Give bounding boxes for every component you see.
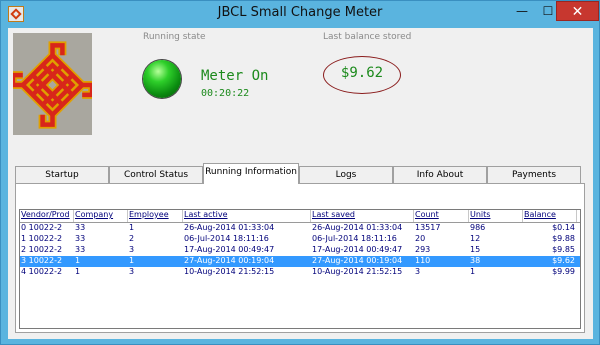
cell-balance: $9.85 bbox=[552, 245, 575, 254]
cell-vendor: 3 10022-2 bbox=[21, 256, 63, 265]
tab-control-status[interactable]: Control Status bbox=[109, 166, 203, 183]
cell-employee: 3 bbox=[129, 267, 135, 276]
cell-last-active: 26-Aug-2014 01:33:04 bbox=[184, 223, 275, 232]
column-header-balance[interactable]: Balance bbox=[523, 210, 577, 222]
running-state-caption: Running state bbox=[143, 32, 206, 42]
table-row[interactable]: 3 10022-2 1 1 27-Aug-2014 00:19:04 27-Aug-20… bbox=[20, 256, 580, 267]
cell-count: 3 bbox=[415, 267, 421, 276]
cell-balance: $9.88 bbox=[552, 234, 575, 243]
endless-knot-logo bbox=[13, 33, 92, 135]
cell-last-saved: 26-Aug-2014 01:33:04 bbox=[312, 223, 403, 232]
cell-company: 33 bbox=[75, 223, 86, 232]
cell-balance: $0.14 bbox=[552, 223, 575, 232]
cell-company: 33 bbox=[75, 234, 86, 243]
cell-last-active: 10-Aug-2014 21:52:15 bbox=[184, 267, 275, 276]
cell-last-saved: 10-Aug-2014 21:52:15 bbox=[312, 267, 403, 276]
cell-count: 13517 bbox=[415, 223, 441, 232]
cell-employee: 3 bbox=[129, 245, 135, 254]
cell-last-saved: 06-Jul-2014 18:11:16 bbox=[312, 234, 397, 243]
cell-units: 38 bbox=[470, 256, 481, 265]
cell-last-saved: 17-Aug-2014 00:49:47 bbox=[312, 245, 403, 254]
cell-units: 12 bbox=[470, 234, 481, 243]
cell-units: 15 bbox=[470, 245, 481, 254]
cell-balance: $9.99 bbox=[552, 267, 575, 276]
close-button[interactable]: ✕ bbox=[556, 1, 599, 21]
tab-running-information[interactable]: Running Information bbox=[203, 163, 299, 184]
cell-last-active: 06-Jul-2014 18:11:16 bbox=[184, 234, 269, 243]
vendor-table[interactable]: Vendor/Prod Company Employee Last active… bbox=[19, 209, 581, 329]
cell-employee: 2 bbox=[129, 234, 135, 243]
column-header-last-active[interactable]: Last active bbox=[183, 210, 311, 222]
cell-employee: 1 bbox=[129, 256, 135, 265]
cell-units: 1 bbox=[470, 267, 476, 276]
tab-info-about[interactable]: Info About bbox=[393, 166, 487, 183]
table-row[interactable]: 2 10022-2 33 3 17-Aug-2014 00:49:47 17-Aug-2… bbox=[20, 245, 580, 256]
title-bar[interactable]: JBCL Small Change Meter — ☐ ✕ bbox=[1, 1, 599, 27]
column-header-company[interactable]: Company bbox=[74, 210, 128, 222]
cell-count: 20 bbox=[415, 234, 426, 243]
cell-last-saved: 27-Aug-2014 00:19:04 bbox=[312, 256, 403, 265]
cell-balance: $9.62 bbox=[552, 256, 575, 265]
app-window: JBCL Small Change Meter — ☐ ✕ Running st… bbox=[0, 0, 600, 345]
cell-vendor: 4 10022-2 bbox=[21, 267, 63, 276]
cell-company: 1 bbox=[75, 267, 81, 276]
cell-count: 110 bbox=[415, 256, 431, 265]
table-row[interactable]: 1 10022-2 33 2 06-Jul-2014 18:11:16 06-Jul-2… bbox=[20, 234, 580, 245]
cell-vendor: 2 10022-2 bbox=[21, 245, 63, 254]
cell-last-active: 17-Aug-2014 00:49:47 bbox=[184, 245, 275, 254]
cell-vendor: 1 10022-2 bbox=[21, 234, 63, 243]
running-information-panel: Vendor/Prod Company Employee Last active… bbox=[15, 183, 585, 333]
column-header-employee[interactable]: Employee bbox=[128, 210, 183, 222]
column-header-count[interactable]: Count bbox=[414, 210, 469, 222]
cell-company: 1 bbox=[75, 256, 81, 265]
table-header: Vendor/Prod Company Employee Last active… bbox=[20, 210, 580, 223]
status-led-icon bbox=[143, 60, 181, 98]
table-row[interactable]: 0 10022-2 33 1 26-Aug-2014 01:33:04 26-Aug-2… bbox=[20, 223, 580, 234]
column-header-vendor[interactable]: Vendor/Prod bbox=[20, 210, 74, 222]
tab-startup[interactable]: Startup bbox=[15, 166, 109, 183]
column-header-last-saved[interactable]: Last saved bbox=[311, 210, 414, 222]
last-balance-caption: Last balance stored bbox=[323, 32, 412, 42]
column-header-units[interactable]: Units bbox=[469, 210, 523, 222]
cell-units: 986 bbox=[470, 223, 486, 232]
elapsed-time: 00:20:22 bbox=[201, 88, 250, 99]
cell-vendor: 0 10022-2 bbox=[21, 223, 63, 232]
cell-employee: 1 bbox=[129, 223, 135, 232]
cell-count: 293 bbox=[415, 245, 431, 254]
cell-company: 33 bbox=[75, 245, 86, 254]
cell-last-active: 27-Aug-2014 00:19:04 bbox=[184, 256, 275, 265]
minimize-button[interactable]: — bbox=[509, 1, 535, 21]
tab-strip: Startup Control Status Running Informati… bbox=[15, 163, 585, 184]
client-area: Running state Last balance stored Meter … bbox=[8, 28, 593, 339]
tab-payments[interactable]: Payments bbox=[487, 166, 581, 183]
meter-state-text: Meter On bbox=[201, 68, 269, 84]
tab-logs[interactable]: Logs bbox=[299, 166, 393, 183]
last-balance-value: $9.62 bbox=[340, 65, 384, 81]
table-row[interactable]: 4 10022-2 1 3 10-Aug-2014 21:52:15 10-Aug-20… bbox=[20, 267, 580, 278]
